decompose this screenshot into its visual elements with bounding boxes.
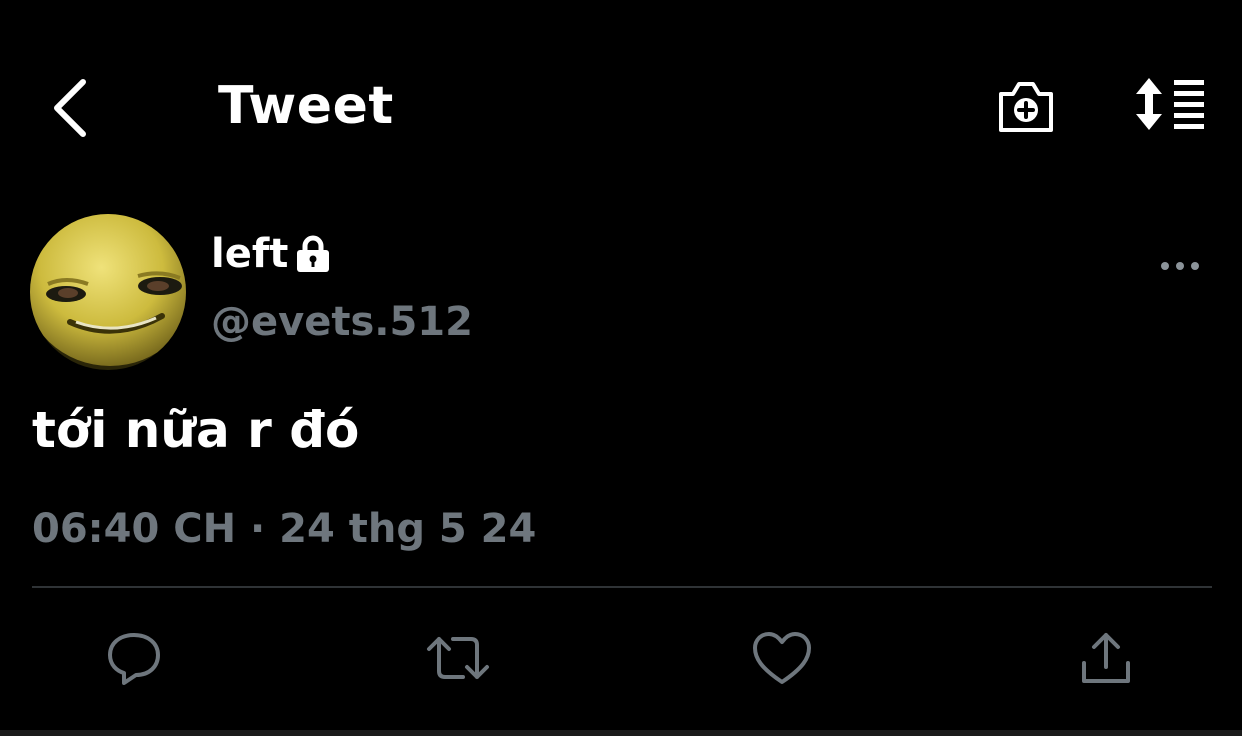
tweet-timestamp[interactable]: 06:40 CH · 24 thg 5 24 xyxy=(32,502,536,556)
tweet-text: tới nữa r đó xyxy=(32,401,360,459)
back-button[interactable] xyxy=(34,70,104,146)
reply-icon xyxy=(108,633,160,685)
author-avatar[interactable] xyxy=(30,214,186,370)
bottom-edge xyxy=(0,730,1242,736)
camera-plus-icon xyxy=(999,82,1053,132)
author-handle[interactable]: @evets.512 xyxy=(211,296,473,348)
retweet-icon xyxy=(427,637,489,679)
add-media-button[interactable] xyxy=(988,70,1064,142)
like-button[interactable] xyxy=(746,622,818,694)
sort-replies-icon xyxy=(1136,78,1204,130)
retweet-button[interactable] xyxy=(422,622,494,694)
author-display-name[interactable]: left xyxy=(211,228,288,280)
sort-replies-button[interactable] xyxy=(1124,68,1214,140)
lock-icon xyxy=(292,234,334,274)
reply-button[interactable] xyxy=(98,622,170,694)
more-horizontal-icon xyxy=(1161,262,1199,270)
avatar-image xyxy=(30,214,186,370)
author-name-row: left xyxy=(211,226,334,282)
page-title: Tweet xyxy=(218,76,394,136)
more-options-button[interactable] xyxy=(1150,244,1210,288)
divider xyxy=(32,586,1212,588)
top-navigation-bar: Tweet xyxy=(0,0,1242,190)
share-icon xyxy=(1082,633,1130,683)
heart-icon xyxy=(753,632,811,684)
share-button[interactable] xyxy=(1070,622,1142,694)
chevron-left-icon xyxy=(54,79,86,137)
